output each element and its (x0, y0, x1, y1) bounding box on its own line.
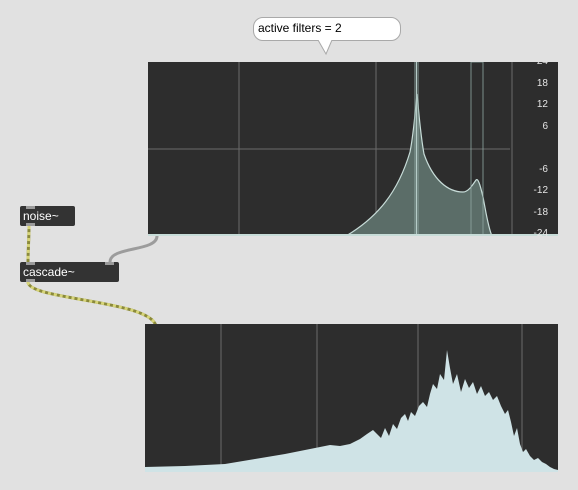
filtergraph-to-cascade-cable (108, 235, 159, 263)
noise-object-label: noise~ (23, 209, 59, 223)
db-label-24: 24 (537, 62, 548, 67)
cascade-inlet-left[interactable] (26, 262, 35, 265)
cascade-object-label: cascade~ (23, 265, 75, 279)
filtergraph-display[interactable]: 24 18 12 6 -6 -12 -18 -24 (148, 62, 558, 236)
spectrum-fill (145, 350, 558, 472)
noise-outlet[interactable] (26, 223, 35, 226)
filtergraph-svg (148, 62, 558, 236)
cascade-outlet[interactable] (26, 279, 35, 282)
cascade-object[interactable]: cascade~ (20, 262, 119, 282)
cascade-to-spectroscope-cable (26, 281, 158, 327)
db-label-neg18: -18 (533, 207, 548, 218)
spectroscope-svg (145, 324, 558, 472)
spectroscope-display[interactable] (145, 324, 558, 472)
db-label-neg24: -24 (533, 228, 548, 236)
cascade-inlet-right[interactable] (105, 262, 114, 265)
db-label-6: 6 (542, 121, 548, 132)
noise-inlet[interactable] (26, 206, 35, 209)
db-label-neg6: -6 (539, 164, 548, 175)
db-label-18: 18 (536, 78, 548, 89)
db-label-neg12: -12 (533, 185, 548, 196)
noise-object[interactable]: noise~ (20, 206, 75, 226)
db-label-12: 12 (536, 99, 548, 110)
